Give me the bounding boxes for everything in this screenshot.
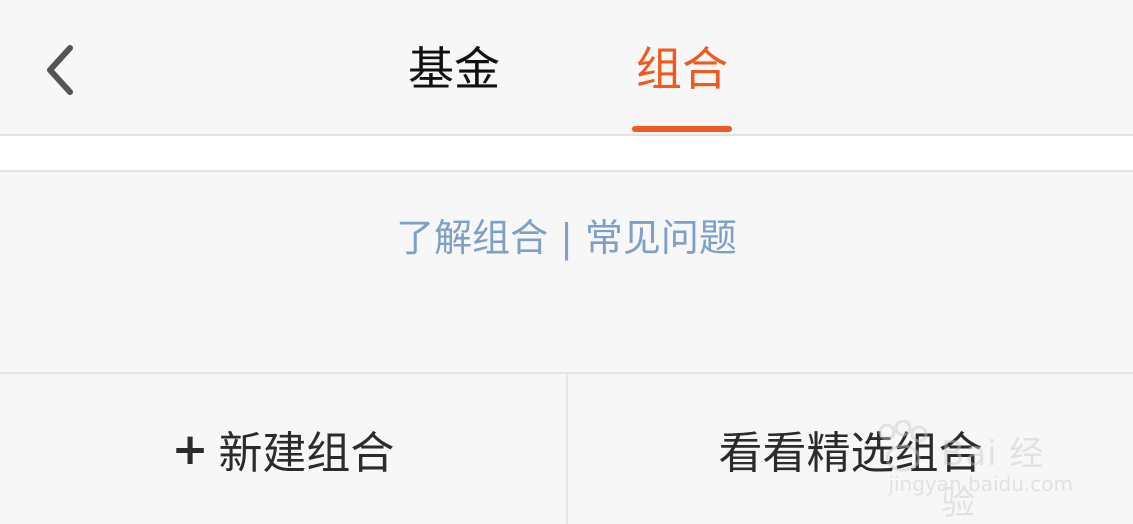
chevron-left-icon (47, 45, 73, 95)
info-links: 了解组合 | 常见问题 (0, 212, 1133, 264)
top-navigation-bar: 基金 组合 (0, 0, 1133, 136)
featured-combo-button[interactable]: 看看精选组合 (568, 374, 1133, 524)
tab-combo[interactable]: 组合 (618, 36, 746, 134)
info-links-section: 了解组合 | 常见问题 (0, 172, 1133, 374)
featured-combo-label: 看看精选组合 (718, 428, 983, 479)
tab-combo-label: 组合 (636, 42, 728, 96)
bottom-action-bar: + 新建组合 看看精选组合 (0, 374, 1133, 524)
new-combo-label: 新建组合 (218, 428, 395, 479)
new-combo-button[interactable]: + 新建组合 (0, 374, 568, 524)
link-separator: | (560, 216, 573, 260)
faq-link[interactable]: 常见问题 (585, 216, 737, 260)
back-button[interactable] (28, 38, 92, 102)
tab-fund[interactable]: 基金 (390, 36, 518, 134)
learn-combo-link[interactable]: 了解组合 (396, 216, 548, 260)
tab-fund-label: 基金 (408, 42, 500, 96)
content-spacer (0, 136, 1133, 172)
active-tab-indicator (632, 126, 732, 132)
plus-icon: + (171, 423, 209, 475)
